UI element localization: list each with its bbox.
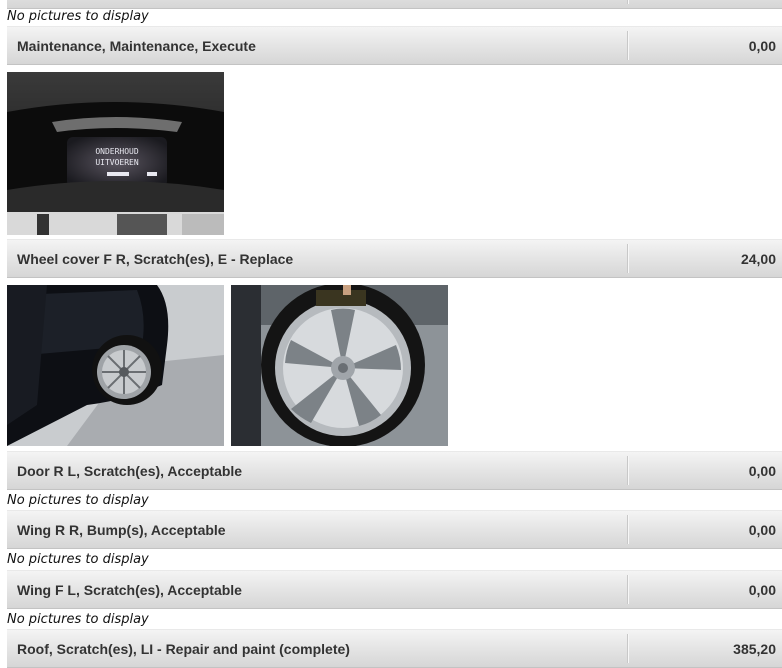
damage-description: Door R L, Scratch(es), Acceptable <box>17 463 243 479</box>
damage-amount: 0,00 <box>748 38 776 54</box>
row-separator <box>627 31 628 60</box>
svg-text:UITVOEREN: UITVOEREN <box>95 158 139 167</box>
row-separator <box>627 575 628 604</box>
no-pictures-label: No pictures to display <box>7 493 149 508</box>
damage-row-partial <box>7 0 782 9</box>
damage-row[interactable]: Wing F L, Scratch(es), Acceptable 0,00 <box>7 570 782 609</box>
no-pictures-label: No pictures to display <box>7 612 149 627</box>
car-side-photo-image <box>7 285 224 446</box>
damage-photo-car-side[interactable] <box>7 285 224 446</box>
dashboard-photo-image: ONDERHOUD UITVOEREN <box>7 72 224 235</box>
damage-row[interactable]: Door R L, Scratch(es), Acceptable 0,00 <box>7 451 782 490</box>
damage-row[interactable]: Wing R R, Bump(s), Acceptable 0,00 <box>7 510 782 549</box>
damage-description: Wheel cover F R, Scratch(es), E - Replac… <box>17 251 294 267</box>
damage-description: Maintenance, Maintenance, Execute <box>17 38 256 54</box>
damage-row[interactable]: Maintenance, Maintenance, Execute 0,00 <box>7 26 782 65</box>
no-pictures-label: No pictures to display <box>7 552 149 567</box>
damage-photo-wheel-cover[interactable] <box>231 285 448 446</box>
damage-description: Wing F L, Scratch(es), Acceptable <box>17 582 242 598</box>
row-separator <box>627 0 628 4</box>
row-separator <box>627 515 628 544</box>
damage-row[interactable]: Roof, Scratch(es), LI - Repair and paint… <box>7 629 782 668</box>
damage-description: Roof, Scratch(es), LI - Repair and paint… <box>17 641 350 657</box>
damage-amount: 0,00 <box>748 582 776 598</box>
damage-amount: 0,00 <box>748 463 776 479</box>
no-pictures-label: No pictures to display <box>7 9 149 24</box>
damage-description: Wing R R, Bump(s), Acceptable <box>17 522 226 538</box>
damage-row[interactable]: Wheel cover F R, Scratch(es), E - Replac… <box>7 239 782 278</box>
row-separator <box>627 244 628 273</box>
damage-amount: 385,20 <box>733 641 776 657</box>
damage-amount: 24,00 <box>740 251 776 267</box>
damage-photo-dashboard[interactable]: ONDERHOUD UITVOEREN <box>7 72 224 235</box>
svg-text:ONDERHOUD: ONDERHOUD <box>95 147 139 156</box>
damage-amount: 0,00 <box>748 522 776 538</box>
wheel-cover-photo-image <box>231 285 448 446</box>
row-separator <box>627 456 628 485</box>
row-separator <box>627 634 628 663</box>
